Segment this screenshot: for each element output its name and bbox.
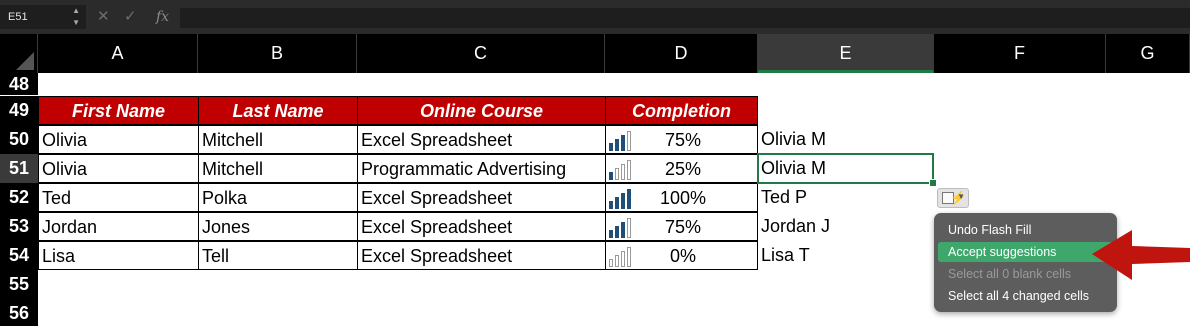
databar-segment [627, 131, 631, 151]
column-header-f[interactable]: F [934, 34, 1106, 73]
databar-segment [609, 201, 613, 209]
completion-value: 0% [669, 246, 696, 266]
databar-segment [615, 139, 619, 151]
header-online-course[interactable]: Online Course [357, 96, 606, 125]
column-header-b[interactable]: B [198, 34, 357, 73]
confirm-icon[interactable]: ✓ [124, 7, 137, 27]
databar-segment [615, 255, 619, 267]
pointer-arrow-shape [1092, 230, 1190, 280]
fill-handle[interactable] [929, 179, 937, 187]
databar-segment [621, 135, 625, 151]
databar-segment [615, 226, 619, 238]
cell-a50[interactable]: Olivia [38, 125, 199, 154]
databar-icon [609, 131, 633, 151]
flash-fill-options-button[interactable]: ⚡ ▼ [937, 188, 969, 208]
row-header-54[interactable]: 54 [0, 241, 38, 270]
databar-icon [609, 160, 633, 180]
databar-segment [615, 197, 619, 209]
menu-item-undo-flash-fill[interactable]: Undo Flash Fill [938, 220, 1113, 240]
cancel-icon[interactable]: ✕ [97, 7, 110, 27]
fx-icon[interactable]: fx [156, 7, 169, 27]
formula-bar: E51 ▲ ▼ ✕ ✓ fx [0, 0, 1190, 34]
chevron-down-icon: ▼ [957, 192, 965, 201]
databar-segment [627, 218, 631, 238]
menu-item-accept-suggestions[interactable]: Accept suggestions [938, 242, 1113, 262]
databar-segment [627, 189, 631, 209]
cell-e52[interactable]: Ted P [758, 183, 934, 212]
cell-a53[interactable]: Jordan [38, 212, 199, 241]
cell-b50[interactable]: Mitchell [198, 125, 358, 154]
row-header-50[interactable]: 50 [0, 125, 38, 154]
databar-segment [609, 172, 613, 180]
column-header-d[interactable]: D [605, 34, 758, 73]
cell-a51[interactable]: Olivia [38, 154, 199, 183]
cell-b54[interactable]: Tell [198, 241, 358, 270]
databar-segment [627, 160, 631, 180]
header-last-name[interactable]: Last Name [198, 96, 358, 125]
select-all-corner[interactable] [0, 34, 38, 73]
databar-segment [621, 193, 625, 209]
cell-d53[interactable]: 75% [605, 212, 758, 241]
row-header-49[interactable]: 49 [0, 96, 38, 125]
databar-icon [609, 218, 633, 238]
row-header-51[interactable]: 51 [0, 154, 38, 183]
active-cell-outline [757, 153, 934, 184]
cell-b51[interactable]: Mitchell [198, 154, 358, 183]
completion-value: 25% [664, 159, 702, 179]
formula-input[interactable] [180, 8, 1190, 28]
cell-e53[interactable]: Jordan J [758, 212, 934, 241]
databar-segment [609, 143, 613, 151]
databar-icon [609, 247, 633, 267]
name-box[interactable]: E51 ▲ ▼ [0, 5, 86, 29]
menu-item-select-blank-cells: Select all 0 blank cells [948, 267, 1071, 281]
databar-segment [615, 168, 619, 180]
cell-c50[interactable]: Excel Spreadsheet [357, 125, 606, 154]
cell-e54[interactable]: Lisa T [758, 241, 934, 270]
cell-d51[interactable]: 25% [605, 154, 758, 183]
column-header-c[interactable]: C [357, 34, 605, 73]
name-box-value: E51 [8, 11, 28, 23]
databar-segment [621, 164, 625, 180]
row-header-52[interactable]: 52 [0, 183, 38, 212]
cell-e50[interactable]: Olivia M [758, 125, 934, 154]
cell-d50[interactable]: 75% [605, 125, 758, 154]
cell-c53[interactable]: Excel Spreadsheet [357, 212, 606, 241]
row-header-55[interactable]: 55 [0, 270, 38, 299]
cell-d54[interactable]: 0% [605, 241, 758, 270]
cell-d52[interactable]: 100% [605, 183, 758, 212]
databar-segment [609, 230, 613, 238]
databar-segment [609, 259, 613, 267]
column-header-a[interactable]: A [38, 34, 198, 73]
cell-b52[interactable]: Polka [198, 183, 358, 212]
menu-item-select-changed-cells[interactable]: Select all 4 changed cells [938, 286, 1113, 306]
row-header-56[interactable]: 56 [0, 299, 38, 326]
databar-segment [621, 251, 625, 267]
databar-segment [627, 247, 631, 267]
completion-value: 100% [659, 188, 707, 208]
cell-a54[interactable]: Lisa [38, 241, 199, 270]
header-first-name[interactable]: First Name [38, 96, 199, 125]
databar-icon [609, 189, 633, 209]
header-completion[interactable]: Completion [605, 96, 758, 125]
pointer-arrow [1092, 230, 1190, 280]
column-header-g[interactable]: G [1106, 34, 1190, 73]
cell-b53[interactable]: Jones [198, 212, 358, 241]
column-header-e[interactable]: E [758, 34, 934, 73]
row-header-48[interactable]: 48 [0, 73, 38, 95]
cell-c51[interactable]: Programmatic Advertising [357, 154, 606, 183]
cell-c54[interactable]: Excel Spreadsheet [357, 241, 606, 270]
row-header-53[interactable]: 53 [0, 212, 38, 241]
name-box-stepper-icon[interactable]: ▲ ▼ [72, 5, 80, 29]
completion-value: 75% [664, 130, 702, 150]
completion-value: 75% [664, 217, 702, 237]
cell-a52[interactable]: Ted [38, 183, 199, 212]
databar-segment [621, 222, 625, 238]
cell-c52[interactable]: Excel Spreadsheet [357, 183, 606, 212]
